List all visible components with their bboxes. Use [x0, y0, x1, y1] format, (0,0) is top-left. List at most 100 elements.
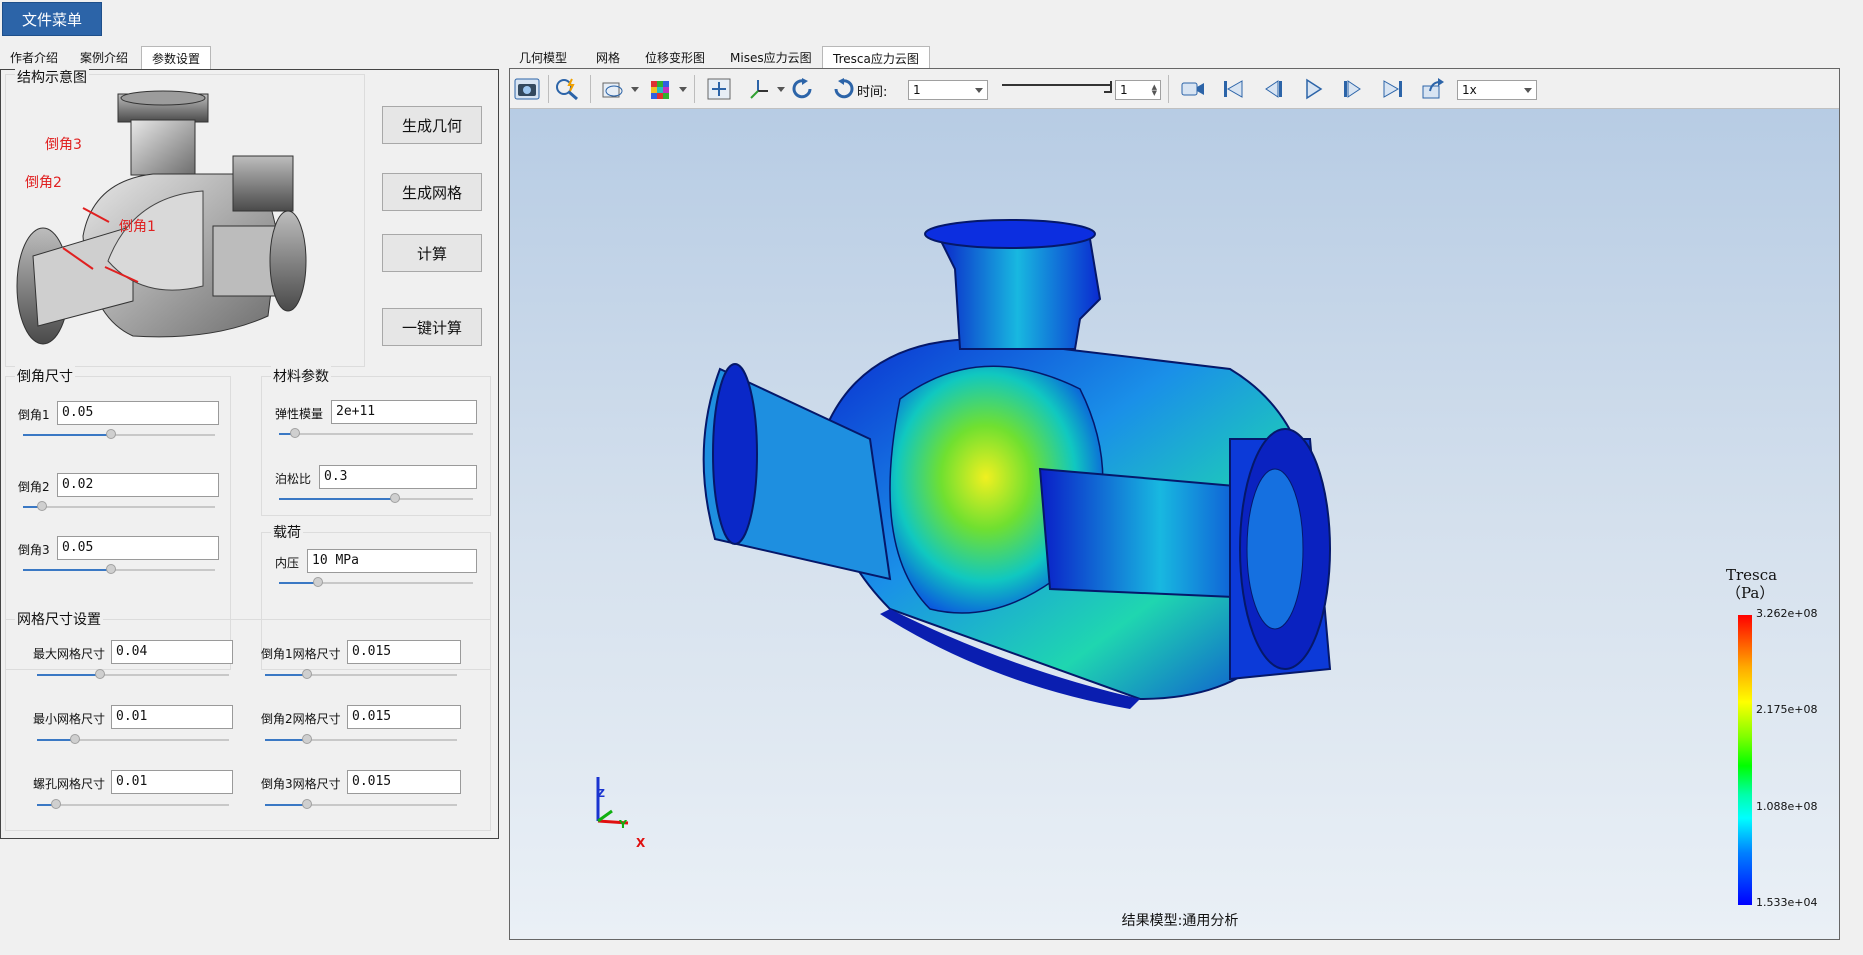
material-title: 材料参数 [271, 366, 331, 386]
schematic-image [16, 90, 307, 345]
poisson-ratio-label: 泊松比 [275, 472, 312, 486]
poisson-ratio-slider[interactable] [279, 492, 473, 506]
legend-v3: 1.088e+08 [1756, 800, 1818, 813]
tab-tresca[interactable]: Tresca应力云图 [822, 46, 930, 70]
chamfer3-slider[interactable] [23, 563, 215, 577]
chamfer2-label-text: 倒角2 [18, 480, 50, 494]
chamfer2-mesh-slider[interactable] [265, 733, 457, 747]
chamfer2-mesh-input[interactable]: 0.015 [347, 705, 461, 729]
chamfer2-input[interactable]: 0.02 [57, 473, 219, 497]
export-icon[interactable] [1420, 77, 1446, 101]
tresca-stress-model [596, 219, 1332, 825]
last-frame-icon[interactable] [1380, 77, 1406, 101]
rotate-ccw-icon[interactable] [830, 77, 856, 101]
axes-dropdown-icon[interactable] [777, 87, 785, 92]
chamfer3-mesh-input[interactable]: 0.015 [347, 770, 461, 794]
legend-title-line2: （Pa） [1726, 584, 1775, 602]
display-style-dropdown-icon[interactable] [631, 87, 639, 92]
chamfer2-mesh-label: 倒角2网格尺寸 [261, 712, 341, 726]
generate-geometry-button[interactable]: 生成几何 [382, 106, 482, 144]
time-slider-track[interactable] [1002, 84, 1110, 86]
speed-value: 1x [1462, 83, 1477, 97]
tab-mises[interactable]: Mises应力云图 [720, 46, 822, 70]
legend-min: 1.533e+04 [1756, 896, 1818, 909]
legend-color-bar [1738, 615, 1752, 905]
elastic-modulus-label: 弹性模量 [275, 407, 324, 421]
3d-viewport[interactable] [510, 109, 1839, 939]
display-style-icon[interactable] [600, 77, 626, 101]
pressure-label: 内压 [275, 556, 300, 570]
chamfer2-label: 倒角2 [25, 175, 62, 191]
pressure-slider[interactable] [279, 576, 473, 590]
fit-view-icon[interactable] [706, 77, 732, 101]
record-icon[interactable] [1180, 77, 1206, 101]
play-icon[interactable] [1300, 77, 1326, 101]
legend-v2: 2.175e+08 [1756, 703, 1818, 716]
tab-mesh[interactable]: 网格 [586, 46, 630, 70]
chamfer2-slider[interactable] [23, 500, 215, 514]
chamfer-title: 倒角尺寸 [15, 366, 75, 386]
max-mesh-label: 最大网格尺寸 [33, 647, 106, 661]
prev-frame-icon[interactable] [1260, 77, 1286, 101]
chamfer1-slider[interactable] [23, 428, 215, 442]
tab-parameters[interactable]: 参数设置 [141, 46, 212, 70]
chamfer1-label: 倒角1 [119, 219, 156, 235]
pressure-input[interactable]: 10 MPa [307, 549, 477, 573]
max-mesh-input[interactable]: 0.04 [111, 640, 233, 664]
zoom-icon[interactable] [554, 77, 580, 101]
color-map-icon[interactable] [648, 77, 674, 101]
legend-title-line1: Tresca [1726, 566, 1778, 584]
min-mesh-label: 最小网格尺寸 [33, 712, 106, 726]
axis-x-label: X [636, 836, 646, 850]
viewer-toolbar: 时间: 1 1 ▲ ▼ 1x [510, 69, 1839, 109]
legend-max: 3.262e+08 [1756, 607, 1818, 620]
chamfer1-label-text: 倒角1 [18, 408, 50, 422]
spin-arrows-icon[interactable]: ▲ ▼ [1152, 84, 1157, 97]
chamfer1-mesh-label: 倒角1网格尺寸 [261, 647, 341, 661]
max-mesh-slider[interactable] [37, 668, 229, 682]
first-frame-icon[interactable] [1220, 77, 1246, 101]
axis-y-label: Y [619, 818, 627, 831]
chamfer3-mesh-label: 倒角3网格尺寸 [261, 777, 341, 791]
time-label: 时间: [857, 85, 888, 100]
mesh-title: 网格尺寸设置 [15, 609, 103, 629]
chamfer1-input[interactable]: 0.05 [57, 401, 219, 425]
min-mesh-slider[interactable] [37, 733, 229, 747]
rotate-cw-icon[interactable] [790, 77, 816, 101]
frame-spinbox[interactable]: 1 ▲ ▼ [1115, 80, 1161, 100]
bolt-hole-mesh-input[interactable]: 0.01 [111, 770, 233, 794]
load-title: 载荷 [271, 522, 303, 542]
schematic-title: 结构示意图 [15, 67, 89, 87]
tab-geometry[interactable]: 几何模型 [509, 46, 577, 70]
frame-value: 1 [1120, 83, 1128, 97]
generate-mesh-button[interactable]: 生成网格 [382, 173, 482, 211]
chamfer3-label: 倒角3 [45, 137, 82, 153]
one-click-compute-button[interactable]: 一键计算 [382, 308, 482, 346]
chamfer1-mesh-slider[interactable] [265, 668, 457, 682]
bolt-hole-mesh-slider[interactable] [37, 798, 229, 812]
min-mesh-input[interactable]: 0.01 [111, 705, 233, 729]
file-menu-button[interactable]: 文件菜单 [2, 2, 102, 36]
bolt-hole-mesh-label: 螺孔网格尺寸 [33, 777, 106, 791]
chamfer1-mesh-input[interactable]: 0.015 [347, 640, 461, 664]
time-select[interactable]: 1 [908, 80, 988, 100]
poisson-ratio-input[interactable]: 0.3 [319, 465, 477, 489]
parameter-panel: 结构示意图 倒角3 倒角2 倒角1 生成几何 生成网格 计算 一键计算 倒角尺寸… [0, 67, 499, 839]
chamfer3-input[interactable]: 0.05 [57, 536, 219, 560]
axis-z-label: Z [597, 787, 605, 800]
color-map-dropdown-icon[interactable] [679, 87, 687, 92]
elastic-modulus-slider[interactable] [279, 427, 473, 441]
chamfer3-mesh-slider[interactable] [265, 798, 457, 812]
speed-select[interactable]: 1x [1457, 80, 1537, 100]
result-model-label: 结果模型:通用分析 [1121, 913, 1239, 929]
legend-title: Tresca （Pa） [1726, 566, 1816, 602]
time-value: 1 [913, 83, 921, 97]
next-frame-icon[interactable] [1340, 77, 1366, 101]
compute-button[interactable]: 计算 [382, 234, 482, 272]
axes-icon[interactable] [746, 77, 772, 101]
chamfer3-label-text: 倒角3 [18, 543, 50, 557]
time-slider-handle[interactable] [1104, 81, 1112, 93]
camera-icon[interactable] [514, 77, 540, 101]
elastic-modulus-input[interactable]: 2e+11 [331, 400, 477, 424]
tab-displacement[interactable]: 位移变形图 [635, 46, 715, 70]
